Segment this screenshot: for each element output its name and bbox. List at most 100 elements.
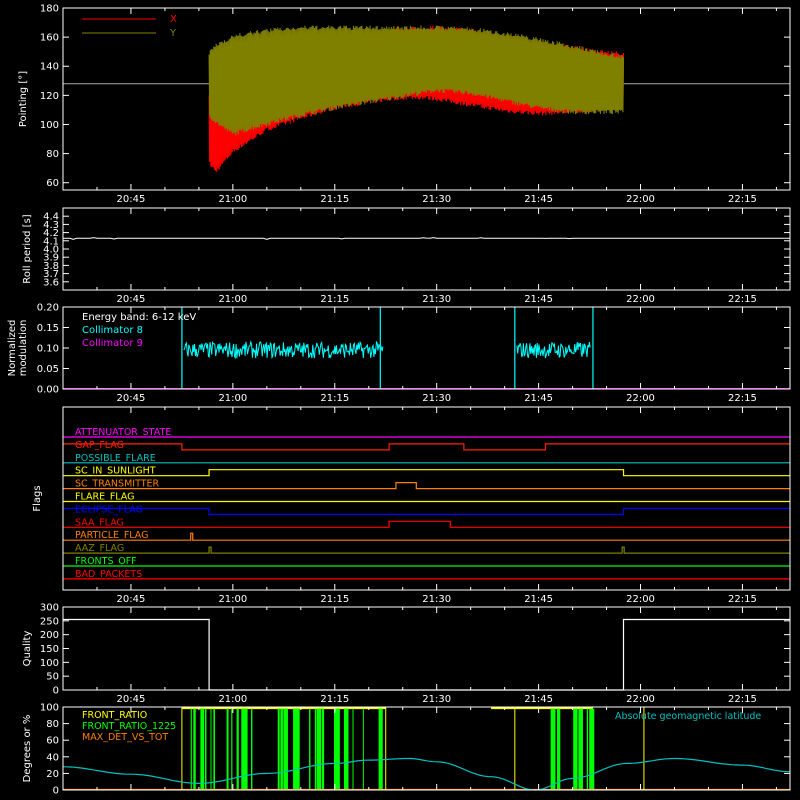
y-tick-label: 0 (53, 686, 59, 697)
y-axis-label: Roll period [s] (22, 214, 33, 283)
x-tick-label: 22:00 (626, 594, 655, 605)
x-tick-label: 21:00 (218, 393, 247, 404)
y-axis-label: Pointing [°] (18, 71, 29, 127)
x-tick-label: 22:00 (626, 694, 655, 705)
x-tick-label: 21:00 (218, 194, 247, 205)
x-tick-label: 22:00 (626, 294, 655, 305)
front-ratio-1225-bar (277, 708, 280, 790)
front-ratio-1225-bar (343, 708, 349, 790)
front-ratio-1225-bar (557, 708, 561, 790)
x-tick-label: 20:45 (117, 694, 146, 705)
x-tick-label: 21:15 (320, 594, 349, 605)
flag-line-sc-in-sunlight (63, 469, 790, 477)
y-tick-label: 4.4 (43, 212, 59, 223)
y-tick-label: 0 (53, 786, 59, 797)
flag-label: POSSIBLE_FLARE (75, 453, 156, 464)
x-tick-label: 20:45 (117, 294, 146, 305)
flag-line-saa-flag (63, 520, 790, 528)
flag-label: SC_IN_SUNLIGHT (75, 466, 156, 477)
front-ratio-1225-bar (250, 708, 253, 790)
x-tick-label: 21:30 (422, 594, 451, 605)
x-tick-label: 22:15 (728, 594, 757, 605)
geomagnetic-latitude-line (63, 757, 791, 791)
y-axis-label-line2: modulation (18, 320, 29, 377)
y-axis-label-line1: Normalized (7, 320, 18, 377)
flag-line-gap-flag (63, 443, 790, 451)
x-tick-label: 21:00 (218, 694, 247, 705)
y-tick-label: 0.10 (37, 344, 59, 355)
y-tick-label: 140 (40, 62, 59, 73)
y-tick-label: 20 (46, 769, 59, 780)
y-tick-label: 160 (40, 33, 59, 44)
front-ratio-1225-bar (226, 708, 229, 790)
y-tick-label: 100 (40, 120, 59, 131)
y-tick-label: 0.00 (37, 385, 59, 396)
roll-frame (62, 207, 791, 291)
geomag-latitude-label: Absolute geomagnetic latitude (615, 711, 761, 722)
y-tick-label: 60 (46, 736, 59, 747)
flag-label: SAA_FLAG (75, 517, 124, 528)
front-ratio-1225-bar (280, 708, 283, 790)
y-axis-label: Degrees or % (22, 715, 33, 783)
front-ratio-1225-bar (293, 708, 300, 790)
x-tick-label: 21:45 (524, 194, 553, 205)
legend-y-label: Y (169, 28, 177, 39)
x-tick-label: 20:45 (117, 194, 146, 205)
front-ratio-1225-bar (316, 708, 322, 790)
x-tick-label: 22:15 (728, 393, 757, 404)
y-tick-label: 60 (46, 178, 59, 189)
y-tick-label: 100 (40, 703, 59, 714)
front-ratio-1225-bar (550, 708, 556, 790)
roll-period-line (62, 237, 790, 240)
y-tick-label: 300 (40, 603, 59, 614)
x-tick-label: 22:00 (626, 393, 655, 404)
x-tick-label: 22:00 (626, 194, 655, 205)
x-tick-label: 21:45 (524, 694, 553, 705)
front-ratio-1225-bar (210, 708, 212, 790)
front-ratio-1225-bar (333, 708, 340, 790)
roll-panel: 20:45 21:00 21:15 21:30 21:45 22:00 22:153.63.… (22, 207, 791, 305)
quality-line (63, 618, 790, 691)
front-ratio-1225-bar (586, 708, 589, 790)
pointing-panel: 20:45 21:00 21:15 21:30 21:45 22:00 22:15 60 80 1… (18, 4, 791, 205)
x-tick-label: 21:30 (422, 294, 451, 305)
quality-panel: 20:45 21:00 21:15 21:30 21:45 22:00 22:15 0 50 10… (22, 603, 791, 705)
flags-frame (62, 406, 791, 591)
x-tick-label: 20:45 (117, 393, 146, 404)
modulation-panel: 20:45 21:00 21:15 21:30 21:45 22:00 22:15 0.00 0… (7, 303, 791, 404)
flag-line-particle-flag (63, 532, 790, 541)
legend-collimator-8: Collimator 8 (82, 325, 143, 336)
front-ratio-1225-bar (190, 708, 192, 790)
x-tick-label: 22:15 (728, 294, 757, 305)
y-tick-label: 50 (46, 672, 59, 683)
legend-max-det-vs-tot: MAX_DET_VS_TOT (82, 732, 168, 743)
x-tick-label: 21:30 (422, 194, 451, 205)
y-tick-label: 180 (40, 4, 59, 15)
x-tick-label: 21:45 (524, 294, 553, 305)
x-tick-label: 21:30 (422, 694, 451, 705)
flag-label: PARTICLE_FLAG (75, 530, 148, 541)
flag-label: BAD_PACKETS (75, 569, 142, 580)
y-tick-label: 200 (40, 630, 59, 641)
flag-line-sc-transmitter (63, 482, 790, 490)
x-tick-label: 21:30 (422, 393, 451, 404)
x-tick-label: 22:15 (728, 194, 757, 205)
quicklook-figure: 20:45 21:00 21:15 21:30 21:45 22:00 22:15 60 80 1… (7, 4, 791, 797)
flag-label: ECLIPSE_FLAG (75, 504, 143, 515)
front-ratio-1225-bar (378, 708, 383, 790)
x-tick-label: 21:15 (320, 194, 349, 205)
front-ratio-1225-bar (309, 708, 311, 790)
y-tick-label: 80 (46, 719, 59, 730)
series-y-line (208, 25, 625, 136)
x-tick-label: 21:15 (320, 294, 349, 305)
front-ratio-1225-bar (231, 708, 233, 790)
flag-label: AAZ_FLAG (75, 543, 124, 554)
y-tick-label: 100 (40, 658, 59, 669)
x-tick-label: 21:45 (524, 594, 553, 605)
legend-collimator-9: Collimator 9 (82, 338, 143, 349)
x-tick-label: 21:15 (320, 694, 349, 705)
flag-label: FLARE_FLAG (75, 492, 135, 503)
y-tick-label: 40 (46, 752, 59, 763)
flag-line-aaz-flag (63, 546, 790, 554)
front-ratio-1225-bar (204, 708, 207, 790)
